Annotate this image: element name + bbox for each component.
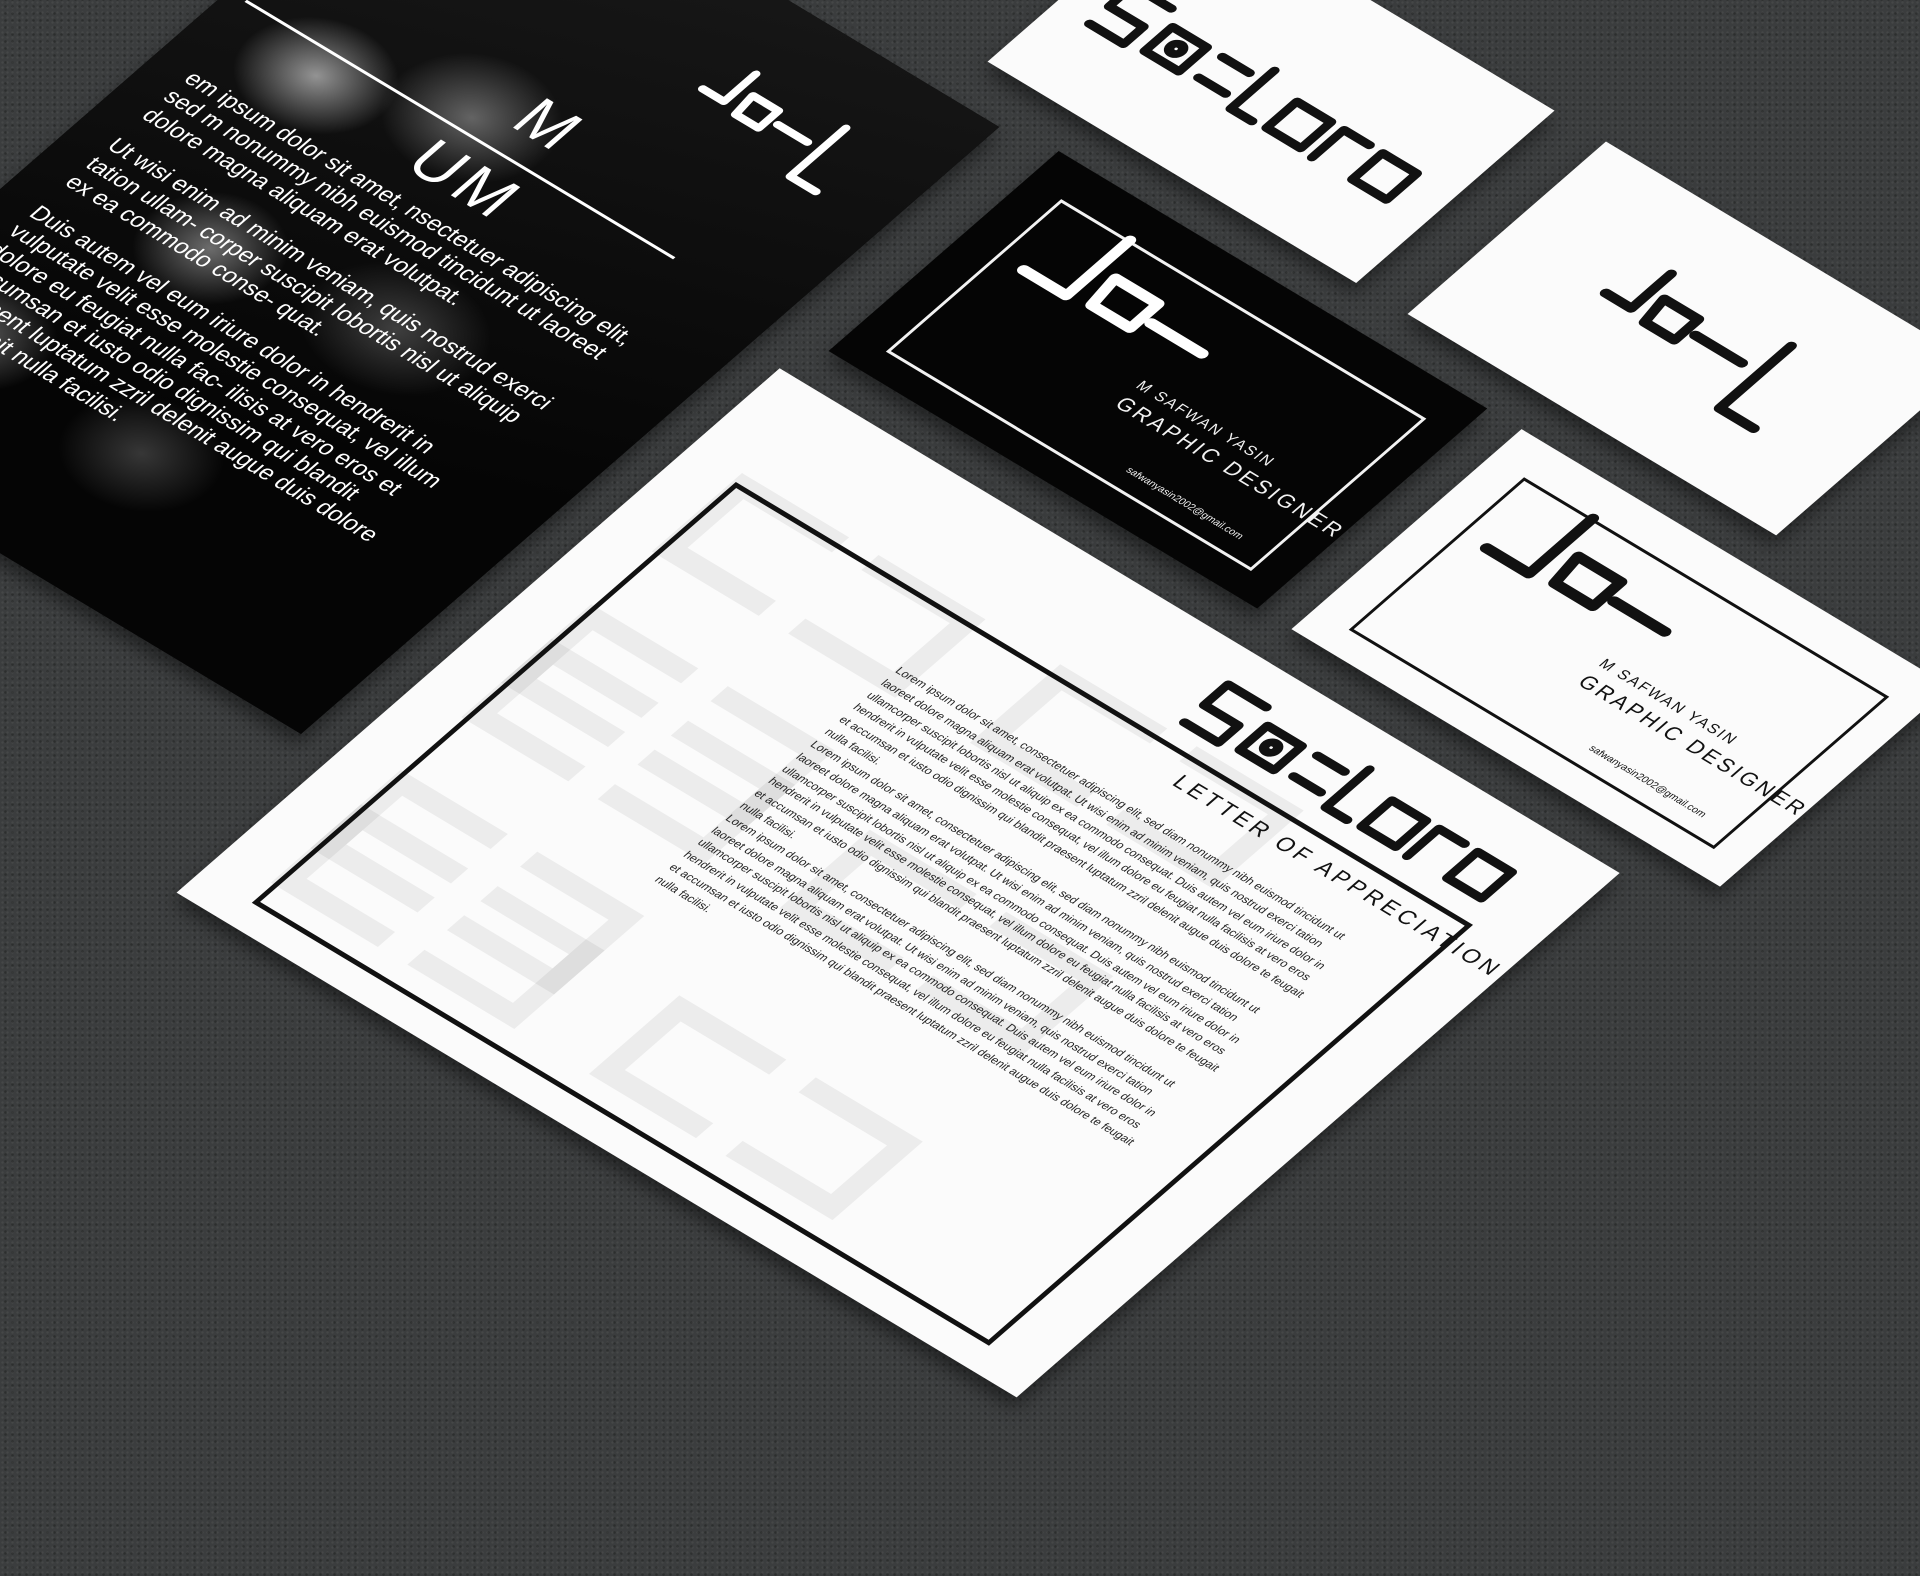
stationery-mockup-scene: M SAFWAN YASIN GRAPHIC DESIGNER safwanya… [0, 0, 1920, 1576]
